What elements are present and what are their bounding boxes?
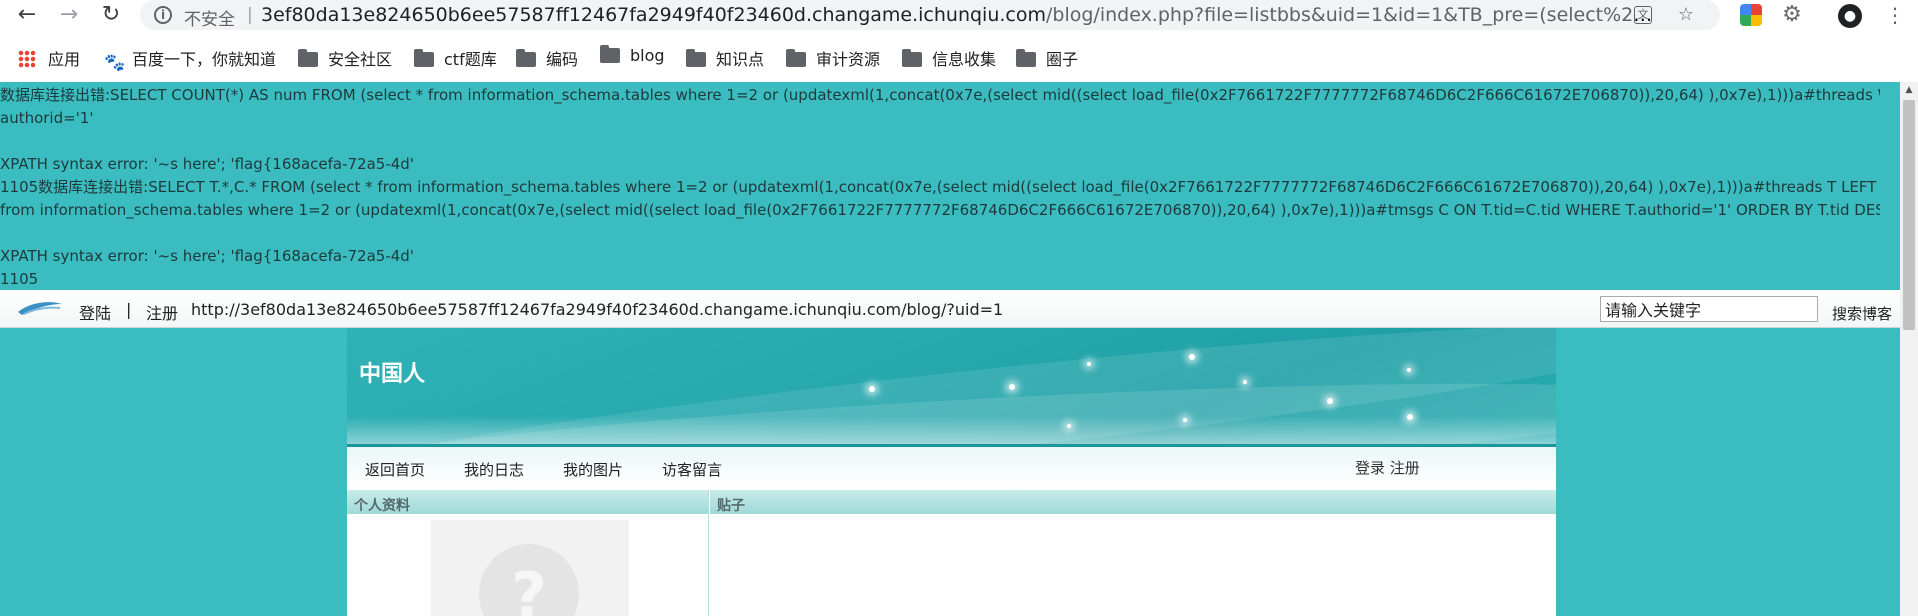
posts-panel-title: 贴子 bbox=[717, 498, 745, 514]
nav-my-pictures[interactable]: 我的图片 bbox=[563, 459, 623, 480]
folder-icon bbox=[686, 49, 706, 67]
error-line: from information_schema.tables where 1=2… bbox=[0, 201, 1880, 219]
url-path: /blog/index.php?file=listbbs&uid=1&id=1&… bbox=[1046, 4, 1661, 26]
banner-star bbox=[1009, 384, 1015, 390]
error-line: XPATH syntax error: '~s here'; 'flag{168… bbox=[0, 247, 414, 265]
sql-error-output: 数据库连接出错:SELECT COUNT(*) AS num FROM (sel… bbox=[0, 82, 1900, 290]
register-link[interactable]: 注册 bbox=[146, 300, 178, 324]
blog-nav: 返回首页 我的日志 我的图片 访客留言 登录 注册 bbox=[347, 444, 1556, 486]
bookmark-folder-blog[interactable]: blog bbox=[600, 45, 665, 65]
avatar-placeholder-icon: ? bbox=[479, 544, 579, 616]
site-logo-icon bbox=[18, 302, 62, 315]
bookmark-folder-circle[interactable]: 圈子 bbox=[1016, 46, 1078, 70]
error-line: XPATH syntax error: '~s here'; 'flag{168… bbox=[0, 155, 414, 173]
nav-home[interactable]: 返回首页 bbox=[365, 459, 425, 480]
error-line: 1105 bbox=[0, 270, 39, 288]
bookmark-label: 编码 bbox=[546, 50, 579, 69]
folder-icon bbox=[786, 49, 806, 67]
apps-grid-icon bbox=[18, 50, 36, 68]
address-bar[interactable]: i 不安全 | 3ef80da13e824650b6ee57587ff12467… bbox=[140, 0, 1720, 30]
bookmark-folder-security[interactable]: 安全社区 bbox=[298, 46, 392, 70]
posts-panel-header: 贴子 bbox=[710, 490, 1556, 514]
profile-panel-title: 个人资料 bbox=[354, 498, 410, 514]
profile-panel-header: 个人资料 bbox=[347, 490, 709, 514]
blog-title: 中国人 bbox=[359, 362, 426, 387]
bookmark-label: blog bbox=[630, 46, 665, 65]
account-icon[interactable]: ● bbox=[1838, 4, 1862, 28]
menu-dots-icon[interactable]: ⋮ bbox=[1884, 4, 1906, 26]
bookmark-apps[interactable]: 应用 bbox=[18, 46, 80, 70]
posts-panel bbox=[710, 514, 1556, 616]
bookmark-folder-encoding[interactable]: 编码 bbox=[516, 46, 578, 70]
blog-banner: 中国人 bbox=[347, 328, 1556, 444]
bookmarks-bar: 应用 🐾 百度一下，你就知道 安全社区 ctf题库 编码 blog 知识点 审计资… bbox=[0, 30, 1918, 82]
browser-toolbar: ← → ↻ i 不安全 | 3ef80da13e824650b6ee57587f… bbox=[0, 0, 1918, 30]
login-link[interactable]: 登陆 bbox=[79, 300, 111, 324]
bookmark-label: ctf题库 bbox=[444, 50, 497, 69]
banner-star bbox=[1087, 362, 1091, 366]
bookmark-folder-ctf[interactable]: ctf题库 bbox=[414, 46, 497, 70]
error-line: 数据库连接出错:SELECT COUNT(*) AS num FROM (sel… bbox=[0, 86, 1880, 104]
bookmark-label: 百度一下，你就知道 bbox=[132, 50, 277, 69]
folder-icon bbox=[298, 49, 318, 67]
banner-star bbox=[1407, 414, 1413, 420]
star-icon[interactable]: ☆ bbox=[1675, 4, 1697, 26]
folder-icon bbox=[516, 49, 536, 67]
reload-icon[interactable]: ↻ bbox=[98, 2, 124, 28]
baidu-paw-icon: 🐾 bbox=[104, 53, 126, 73]
bookmark-label: 知识点 bbox=[716, 50, 765, 69]
banner-star bbox=[1243, 380, 1247, 384]
profile-panel: ? bbox=[347, 514, 709, 616]
back-arrow-icon[interactable]: ← bbox=[14, 2, 40, 28]
folder-icon bbox=[414, 49, 434, 67]
folder-icon bbox=[600, 45, 620, 63]
error-line: 1105数据库连接出错:SELECT T.*,C.* FROM (select … bbox=[0, 178, 1880, 196]
bookmark-baidu[interactable]: 🐾 百度一下，你就知道 bbox=[104, 46, 276, 72]
translate-icon[interactable]: 文 bbox=[1634, 6, 1652, 24]
address-separator: | bbox=[247, 5, 253, 25]
folder-icon bbox=[902, 49, 922, 67]
blog-page: 中国人 返回首页 我的日志 我的图片 访客留言 登录 注册 个人资料 贴子 ? bbox=[347, 328, 1556, 616]
bookmark-folder-recon[interactable]: 信息收集 bbox=[902, 46, 996, 70]
gear-icon[interactable]: ⚙ bbox=[1781, 4, 1803, 26]
nav-my-diary[interactable]: 我的日志 bbox=[464, 459, 524, 480]
avatar: ? bbox=[431, 520, 629, 616]
bookmark-label: 圈子 bbox=[1046, 50, 1079, 69]
bookmark-folder-audit[interactable]: 审计资源 bbox=[786, 46, 880, 70]
search-blog-button[interactable]: 搜索博客 bbox=[1832, 303, 1892, 324]
url-host: 3ef80da13e824650b6ee57587ff12467fa2949f4… bbox=[261, 4, 1046, 26]
insecure-label: 不安全 bbox=[184, 10, 235, 30]
bookmark-label: 审计资源 bbox=[816, 50, 881, 69]
toolbar-divider: | bbox=[126, 300, 132, 319]
info-icon[interactable]: i bbox=[154, 6, 172, 24]
bookmark-label: 安全社区 bbox=[328, 50, 393, 69]
banner-star bbox=[1067, 424, 1071, 428]
scroll-up-arrow-icon[interactable]: ▲ bbox=[1900, 82, 1918, 98]
bookmark-label: 信息收集 bbox=[932, 50, 997, 69]
extension-icon[interactable] bbox=[1740, 4, 1762, 26]
bookmark-label: 应用 bbox=[48, 50, 81, 69]
scroll-thumb[interactable] bbox=[1903, 100, 1915, 330]
banner-star bbox=[1189, 354, 1195, 360]
blog-url[interactable]: http://3ef80da13e824650b6ee57587ff12467f… bbox=[191, 300, 1003, 319]
banner-bottom-glow bbox=[347, 416, 1556, 444]
banner-star bbox=[1183, 418, 1187, 422]
folder-icon bbox=[1016, 49, 1036, 67]
nav-guestbook[interactable]: 访客留言 bbox=[662, 459, 722, 480]
url-text[interactable]: 3ef80da13e824650b6ee57587ff12467fa2949f4… bbox=[261, 4, 1661, 26]
site-toolbar: 登陆 | 注册 http://3ef80da13e824650b6ee57587… bbox=[0, 290, 1900, 328]
banner-star bbox=[1407, 368, 1411, 372]
forward-arrow-icon[interactable]: → bbox=[56, 2, 82, 28]
error-line: authorid='1' bbox=[0, 109, 94, 127]
search-input[interactable] bbox=[1600, 296, 1818, 322]
bookmark-folder-knowledge[interactable]: 知识点 bbox=[686, 46, 764, 70]
banner-star bbox=[869, 386, 875, 392]
banner-star bbox=[1327, 398, 1333, 404]
login-register-links[interactable]: 登录 注册 bbox=[1355, 457, 1420, 478]
